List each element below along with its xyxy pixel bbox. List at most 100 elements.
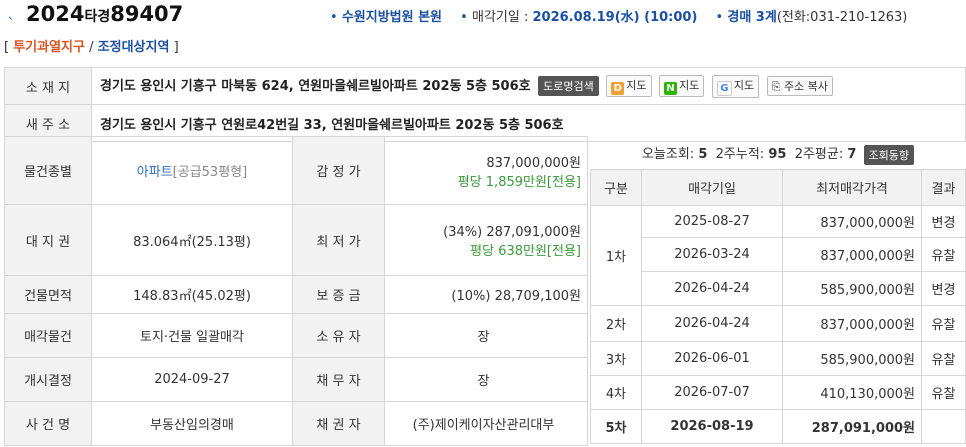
- appraisal-cell: 837,000,000원평당 1,859만원[전용]: [384, 136, 588, 205]
- two-week-count: 95: [768, 147, 787, 162]
- date-cell: 2026-04-24: [641, 271, 783, 306]
- dot-icon: •: [715, 10, 724, 25]
- price-cell: 585,900,000원: [782, 341, 922, 376]
- address-label: 소 재 지: [4, 67, 92, 105]
- table-row: 1차 2025-08-27 837,000,000원 변경: [590, 205, 966, 306]
- address-value: 경기도 용인시 기흥구 마북동 624, 연원마을쉐르빌아파트 202동 5층 …: [100, 78, 531, 94]
- owner-value: 장: [384, 313, 588, 358]
- google-map-button[interactable]: G 지도: [711, 74, 760, 98]
- type-sub: [공급53평형]: [172, 165, 248, 180]
- result-cell: [921, 409, 966, 444]
- date-cell: 2026-04-24: [641, 305, 783, 342]
- daum-icon: D: [611, 82, 625, 95]
- price-cell: 837,000,000원: [782, 237, 922, 272]
- naver-icon: N: [664, 82, 678, 95]
- result-cell: 변경: [921, 271, 966, 306]
- table-row: 4차 2026-07-07 410,130,000원 유찰: [590, 375, 966, 410]
- result-cell: 유찰: [921, 375, 966, 410]
- sale-type-label: 매각물건: [4, 313, 92, 358]
- copy-icon: ⎘: [771, 80, 781, 93]
- avg-label: 2주평균:: [794, 147, 844, 162]
- table-row: 2026-03-24 837,000,000원 유찰: [591, 237, 966, 272]
- min-price-cell: (34%) 287,091,000원평당 638만원[전용]: [384, 204, 588, 276]
- creditor-value: (주)제이케이자산관리대부: [384, 401, 588, 446]
- separator: /: [89, 40, 94, 55]
- court-dept[interactable]: 경매 3계: [727, 10, 776, 25]
- date-cell: 2026-07-07: [641, 375, 783, 410]
- start-label: 개시결정: [4, 357, 92, 402]
- case-number: 2024타경89407: [26, 2, 184, 26]
- round-cell: 4차: [590, 375, 642, 410]
- view-trend-button[interactable]: 조회동향: [863, 144, 915, 165]
- deposit-value: (10%) 28,709,100원: [384, 275, 588, 314]
- appraisal-sub: 평당 1,859만원[전용]: [457, 174, 581, 190]
- view-stats: 오늘조회: 5 2주누적: 95 2주평균: 7 조회동향: [590, 143, 966, 165]
- min-price-sub: 평당 638만원[전용]: [470, 244, 581, 259]
- appraisal-value: 837,000,000원: [486, 155, 581, 171]
- min-price-value: (34%) 287,091,000원: [443, 225, 581, 240]
- type-link[interactable]: 아파트: [137, 165, 173, 180]
- bracket: [: [4, 40, 10, 55]
- price-cell: 837,000,000원: [782, 305, 922, 342]
- today-label: 오늘조회:: [641, 147, 695, 162]
- round-cell: 5차: [590, 409, 642, 444]
- table-row: 5차 2026-08-19 287,091,000원: [590, 409, 966, 444]
- table-row: 3차 2026-06-01 585,900,000원 유찰: [590, 341, 966, 376]
- price-cell: 410,130,000원: [782, 375, 922, 410]
- header-info: • 수원지방법원 본원 • 매각기일 : 2026.08.19(水) (10:0…: [330, 6, 907, 25]
- sale-type-value: 토지·건물 일괄매각: [91, 313, 293, 358]
- copy-address-button[interactable]: ⎘ 주소 복사: [766, 76, 833, 96]
- round-cell: 1차: [590, 205, 642, 306]
- debtor-value: 장: [384, 357, 588, 402]
- price-cell: 287,091,000원: [782, 409, 922, 444]
- sale-date: 2026.08.19(水) (10:00): [532, 10, 698, 25]
- price-cell: 585,900,000원: [782, 271, 922, 306]
- round-cell: 3차: [590, 341, 642, 376]
- today-count: 5: [698, 147, 708, 162]
- col-price: 최저매각가격: [782, 169, 922, 206]
- case-name-label: 사 건 명: [4, 401, 92, 446]
- google-icon: G: [716, 80, 732, 96]
- start-value: 2024-09-27: [91, 357, 293, 402]
- result-cell: 변경: [921, 205, 966, 238]
- two-week-label: 2주누적:: [715, 147, 765, 162]
- date-cell: 2025-08-27: [641, 205, 783, 238]
- result-cell: 유찰: [921, 237, 966, 272]
- appraisal-label: 감 정 가: [292, 136, 385, 205]
- min-price-label: 최 저 가: [292, 204, 385, 276]
- date-cell: 2026-03-24: [641, 237, 783, 272]
- creditor-label: 채 권 자: [292, 401, 385, 446]
- property-info-table: 물건종별 아파트[공급53평형] 감 정 가 837,000,000원평당 1,…: [4, 136, 588, 446]
- owner-label: 소 유 자: [292, 313, 385, 358]
- sale-date-label: 매각기일 :: [471, 10, 529, 25]
- type-value: 아파트[공급53평형]: [91, 136, 293, 205]
- result-cell: 유찰: [921, 305, 966, 342]
- auction-history-table: 구분 매각기일 최저매각가격 결과 1차 2025-08-27 837,000,…: [590, 169, 966, 444]
- case-name-value: 부동산임의경매: [91, 401, 293, 446]
- col-result: 결과: [921, 169, 966, 206]
- bullet-icon: 、: [8, 8, 21, 22]
- col-date: 매각기일: [641, 169, 783, 206]
- daum-map-button[interactable]: D 지도: [606, 75, 652, 97]
- case-header: 、 2024타경89407 • 수원지방법원 본원 • 매각기일 : 2026.…: [0, 0, 966, 34]
- address-table: 소 재 지 경기도 용인시 기흥구 마북동 624, 연원마을쉐르빌아파트 20…: [4, 67, 966, 142]
- region-tags: [ 투기과열지구 / 조정대상지역 ]: [4, 36, 179, 55]
- court-name[interactable]: 수원지방법원 본원: [342, 10, 442, 25]
- type-label: 물건종별: [4, 136, 92, 205]
- court-phone: (전화:031-210-1263): [776, 10, 908, 25]
- address-row: 경기도 용인시 기흥구 마북동 624, 연원마을쉐르빌아파트 202동 5층 …: [91, 67, 966, 105]
- price-cell: 837,000,000원: [782, 205, 922, 238]
- table-row: 2차 2026-04-24 837,000,000원 유찰: [590, 305, 966, 342]
- avg-count: 7: [847, 147, 857, 162]
- dot-icon: •: [460, 10, 468, 25]
- tag-adjustment[interactable]: 조정대상지역: [98, 40, 170, 55]
- road-search-button[interactable]: 도로명검색: [538, 76, 599, 96]
- land-label: 대 지 권: [4, 204, 92, 276]
- bracket: ]: [173, 40, 179, 55]
- debtor-label: 채 무 자: [292, 357, 385, 402]
- round-cell: 2차: [590, 305, 642, 342]
- date-cell: 2026-06-01: [641, 341, 783, 376]
- tag-overheated[interactable]: 투기과열지구: [13, 40, 85, 55]
- building-label: 건물면적: [4, 275, 92, 314]
- naver-map-button[interactable]: N 지도: [659, 75, 705, 97]
